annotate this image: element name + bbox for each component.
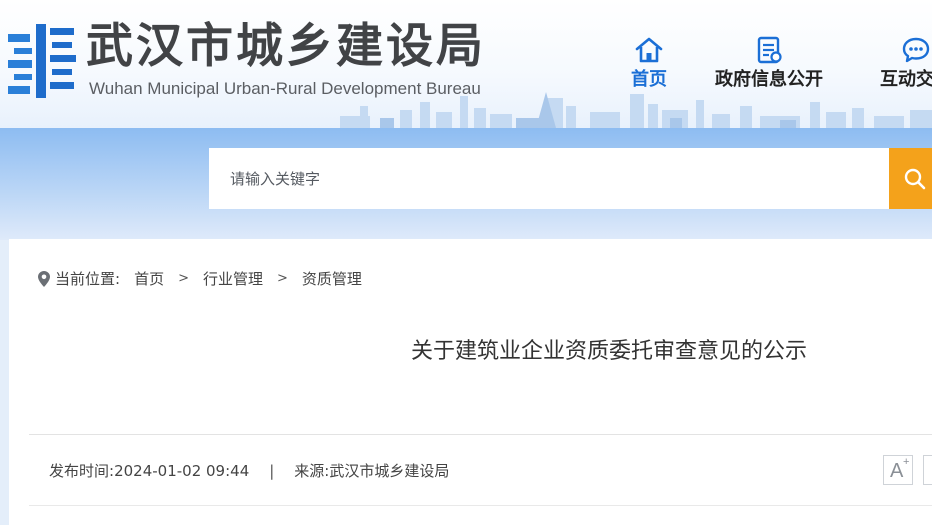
site-title: 武汉市城乡建设局 — [86, 19, 486, 74]
breadcrumb-industry-management[interactable]: 行业管理 — [203, 268, 263, 290]
nav-item-gov-info[interactable]: 政府信息公开 — [706, 36, 832, 92]
site-header: 武汉市城乡建设局 Wuhan Municipal Urban-Rural Dev… — [0, 0, 932, 128]
divider — [29, 505, 932, 506]
nav-item-interaction[interactable]: 互动交流 — [866, 36, 932, 92]
search-button[interactable] — [889, 148, 932, 209]
font-size-plus: + — [903, 456, 910, 468]
nav-label-interaction: 互动交流 — [880, 69, 932, 90]
font-size-increase-icon[interactable]: A + — [883, 455, 913, 485]
search-banner — [0, 128, 932, 240]
document-icon — [757, 36, 782, 64]
page: 武汉市城乡建设局 Wuhan Municipal Urban-Rural Dev… — [0, 0, 932, 525]
breadcrumb-separator: > — [277, 271, 288, 286]
article-meta: 发布时间: 2024-01-02 09:44 | 来源: 武汉市城乡建设局 — [49, 459, 449, 483]
search-input[interactable] — [209, 148, 889, 209]
breadcrumb-home[interactable]: 首页 — [134, 268, 164, 290]
location-pin-icon — [38, 271, 50, 287]
home-icon — [635, 37, 663, 63]
chat-bubble-icon — [902, 37, 930, 63]
font-size-glyph: A — [890, 460, 904, 482]
search-icon — [904, 168, 926, 190]
wuhan-bureau-logo-icon — [8, 24, 76, 98]
meta-separator: | — [269, 462, 275, 480]
nav-label-home: 首页 — [631, 69, 667, 90]
site-subtitle-english: Wuhan Municipal Urban-Rural Development … — [89, 79, 481, 98]
publish-time: 2024-01-02 09:44 — [114, 462, 250, 480]
font-size-decrease-button[interactable] — [923, 455, 932, 485]
breadcrumb-separator: > — [178, 271, 189, 286]
publish-time-label: 发布时间: — [49, 462, 115, 480]
breadcrumb-qualification-management[interactable]: 资质管理 — [302, 268, 362, 290]
article-title: 关于建筑业企业资质委托审查意见的公示 — [410, 339, 807, 364]
breadcrumb: 当前位置: 首页 > 行业管理 > 资质管理 — [38, 268, 362, 290]
search-box — [209, 148, 889, 209]
nav-label-gov-info: 政府信息公开 — [715, 69, 823, 90]
nav-item-home[interactable]: 首页 — [620, 36, 678, 92]
breadcrumb-label: 当前位置: — [55, 270, 121, 288]
article-panel: 当前位置: 首页 > 行业管理 > 资质管理 关于建筑业企业资质委托审查意见的公… — [9, 239, 932, 525]
divider — [29, 434, 932, 435]
article-source: 武汉市城乡建设局 — [329, 462, 450, 480]
source-label: 来源: — [294, 462, 330, 480]
